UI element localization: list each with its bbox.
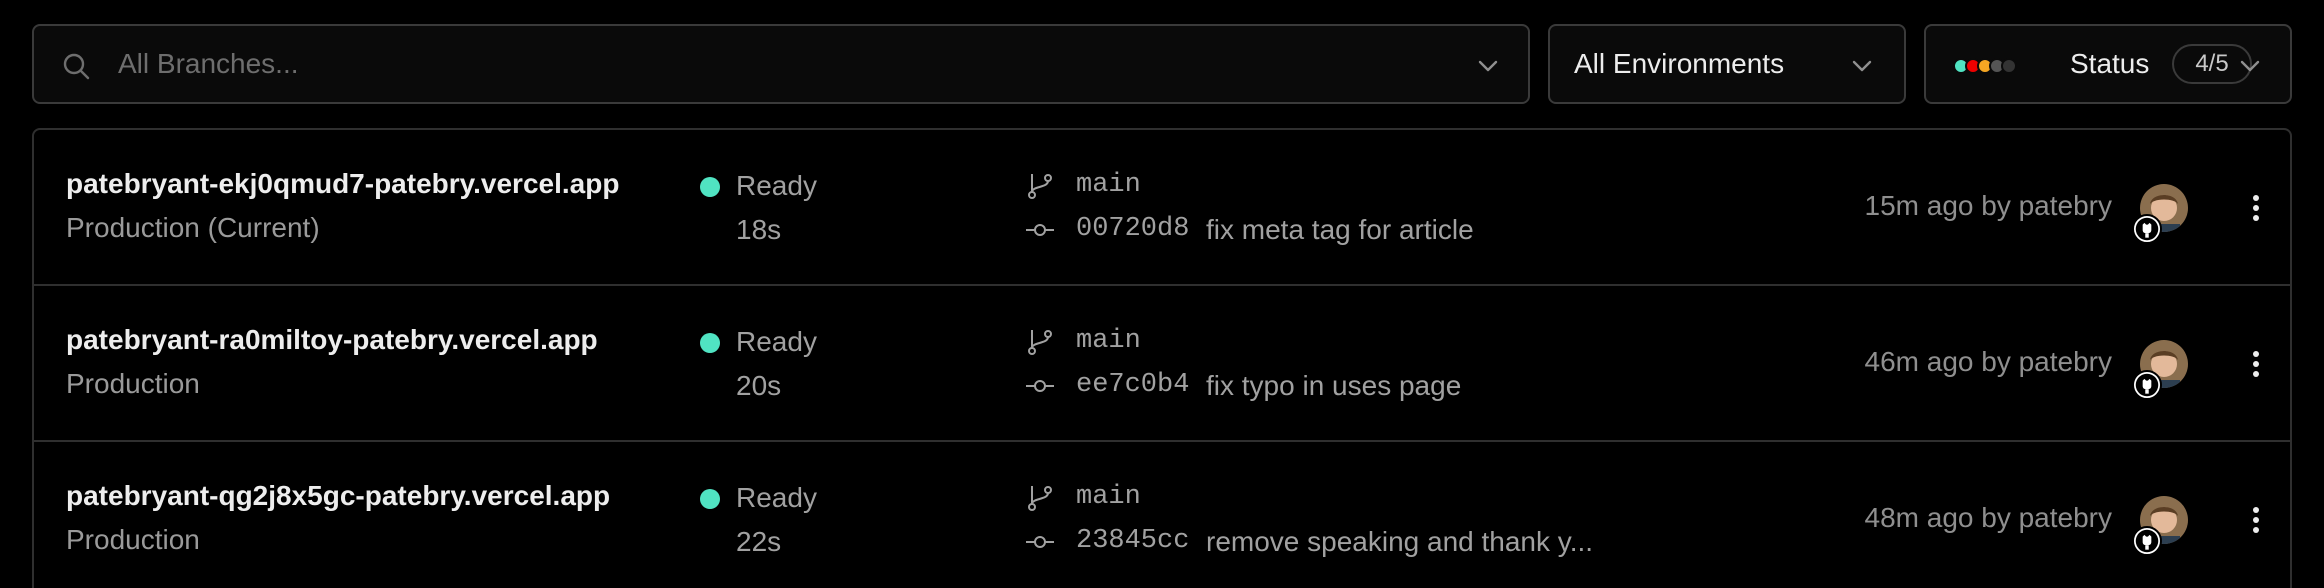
chevron-down-icon[interactable]	[1472, 50, 1504, 82]
status-select[interactable]: Status 4/5	[1924, 24, 2292, 104]
branch-name[interactable]: main	[1076, 482, 1141, 512]
deployment-duration: 22s	[736, 526, 782, 557]
commit-message[interactable]: fix typo in uses page	[1206, 370, 1461, 402]
git-branch-icon	[1028, 174, 1052, 199]
commit-hash[interactable]: ee7c0b4	[1076, 370, 1189, 400]
filter-bar: All Environments Status 4/5	[32, 24, 2292, 104]
deployment-status: Ready	[736, 170, 817, 201]
git-branch-icon	[1028, 486, 1052, 511]
chevron-down-icon	[1852, 60, 1872, 72]
git-commit-icon	[1026, 536, 1054, 548]
commit-message[interactable]: remove speaking and thank y...	[1206, 526, 1593, 558]
deployment-duration: 20s	[736, 370, 782, 401]
deployment-row[interactable]: patebryant-ekj0qmud7-patebry.vercel.app …	[34, 130, 2290, 286]
deployment-url[interactable]: patebryant-ra0miltoy-patebry.vercel.app	[66, 324, 598, 356]
commit-hash[interactable]: 00720d8	[1076, 214, 1189, 244]
more-actions-button[interactable]	[2234, 186, 2278, 230]
search-icon	[63, 53, 90, 80]
github-icon	[2132, 526, 2162, 556]
environment-select-value: All Environments	[1574, 48, 1785, 79]
deployment-duration: 18s	[736, 214, 782, 245]
status-ready-dot	[700, 489, 720, 509]
deployment-time-author: 46m ago by patebry	[1864, 346, 2113, 377]
branch-name[interactable]: main	[1076, 170, 1141, 200]
commit-hash[interactable]: 23845cc	[1076, 526, 1189, 556]
git-commit-icon	[1026, 380, 1054, 392]
chevron-down-icon	[2240, 60, 2260, 72]
deployment-status: Ready	[736, 326, 817, 357]
git-branch-icon	[1028, 330, 1052, 355]
deployment-url[interactable]: patebryant-qg2j8x5gc-patebry.vercel.app	[66, 480, 610, 512]
deployment-row[interactable]: patebryant-qg2j8x5gc-patebry.vercel.app …	[34, 442, 2290, 588]
more-vertical-icon	[2253, 351, 2259, 377]
github-icon	[2132, 370, 2162, 400]
more-actions-button[interactable]	[2234, 342, 2278, 386]
more-actions-button[interactable]	[2234, 498, 2278, 542]
deployment-url[interactable]: patebryant-ekj0qmud7-patebry.vercel.app	[66, 168, 619, 200]
deployment-environment: Production (Current)	[66, 212, 320, 243]
deployment-row[interactable]: patebryant-ra0miltoy-patebry.vercel.app …	[34, 286, 2290, 442]
branch-search-input[interactable]	[118, 44, 1418, 84]
git-commit-icon	[1026, 224, 1054, 236]
deployment-time-author: 15m ago by patebry	[1864, 190, 2113, 221]
deployment-status: Ready	[736, 482, 817, 513]
status-ready-dot	[700, 177, 720, 197]
status-ready-dot	[700, 333, 720, 353]
deployment-environment: Production	[66, 524, 200, 555]
deployment-time-author: 48m ago by patebry	[1864, 502, 2113, 533]
more-vertical-icon	[2253, 507, 2259, 533]
more-vertical-icon	[2253, 195, 2259, 221]
commit-message[interactable]: fix meta tag for article	[1206, 214, 1474, 246]
deployment-list: patebryant-ekj0qmud7-patebry.vercel.app …	[32, 128, 2292, 588]
deployment-environment: Production	[66, 368, 200, 399]
status-colors-icon	[1953, 58, 2017, 74]
branch-name[interactable]: main	[1076, 326, 1141, 356]
status-select-label: Status	[2070, 48, 2150, 79]
status-color-dot	[2001, 58, 2017, 74]
github-icon	[2132, 214, 2162, 244]
branch-filter[interactable]	[32, 24, 1530, 104]
environment-select[interactable]: All Environments	[1548, 24, 1906, 104]
